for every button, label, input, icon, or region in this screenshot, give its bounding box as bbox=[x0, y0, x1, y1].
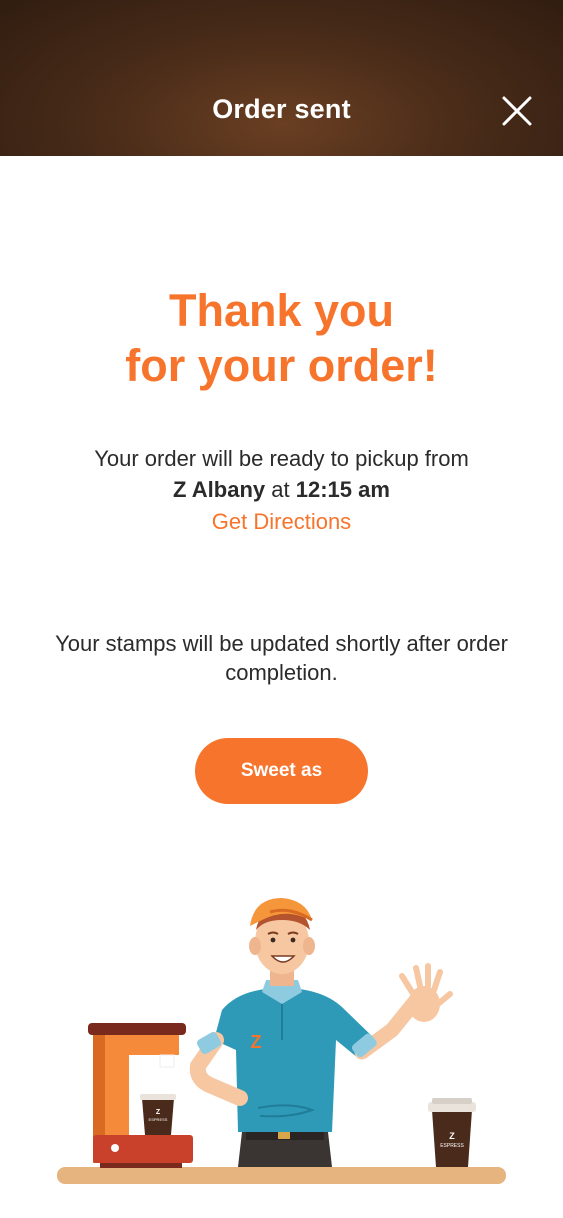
close-button[interactable] bbox=[500, 94, 534, 128]
shirt-logo: Z bbox=[251, 1032, 262, 1052]
cup-small-logo: Z bbox=[156, 1109, 161, 1116]
espresso-cup-small-icon: Z ESPRESS bbox=[140, 1094, 176, 1135]
cup-large-brand: ESPRESS bbox=[440, 1143, 464, 1149]
counter bbox=[57, 1167, 506, 1184]
close-icon bbox=[502, 96, 532, 126]
sweet-as-button[interactable]: Sweet as bbox=[195, 738, 368, 804]
barista-illustration: Z ESPRESS Z Z ESPRESS bbox=[0, 880, 563, 1200]
barista-illustration-graphic: Z ESPRESS Z Z ESPRESS bbox=[57, 898, 506, 1184]
store-name: Z Albany bbox=[173, 477, 266, 502]
cup-large-logo: Z bbox=[449, 1131, 455, 1141]
header-bar: Order sent bbox=[0, 0, 563, 156]
thank-you-heading: Thank you for your order! bbox=[0, 283, 563, 393]
at-text: at bbox=[271, 477, 290, 502]
pickup-time: 12:15 am bbox=[295, 477, 390, 502]
barista-figure: Z bbox=[189, 898, 453, 1167]
get-directions-link[interactable]: Get Directions bbox=[0, 509, 563, 535]
thank-you-line-2: for your order! bbox=[125, 340, 438, 391]
stamps-info-text: Your stamps will be updated shortly afte… bbox=[55, 631, 508, 685]
page-title: Order sent bbox=[212, 94, 351, 124]
ready-text: Your order will be ready to pickup from bbox=[94, 446, 469, 471]
takeaway-cup-icon: Z ESPRESS bbox=[428, 1098, 476, 1167]
cup-small-brand: ESPRESS bbox=[149, 1117, 168, 1122]
thank-you-line-1: Thank you bbox=[168, 285, 395, 336]
store-pickup-line: Z Albany at 12:15 am bbox=[0, 477, 563, 503]
